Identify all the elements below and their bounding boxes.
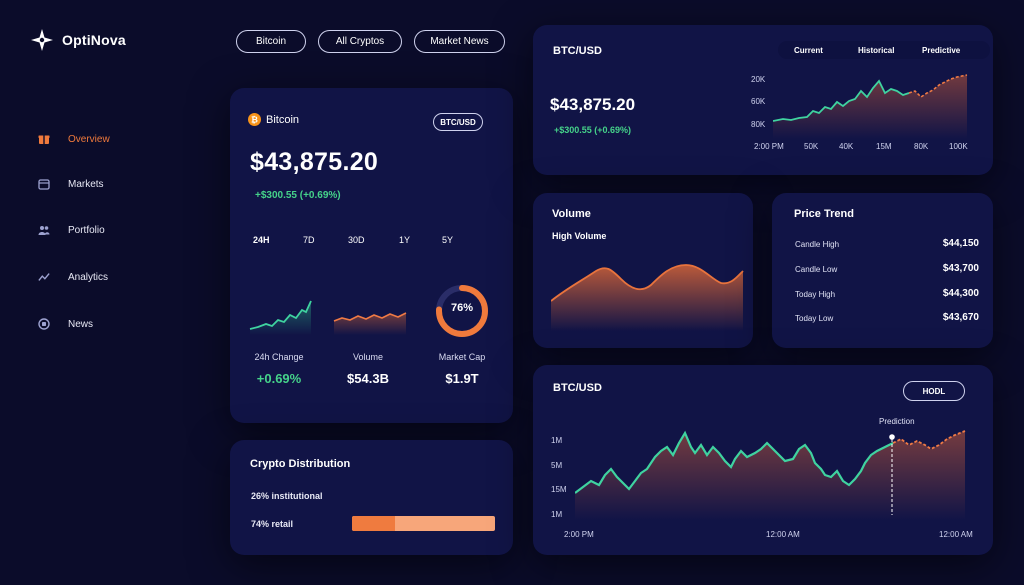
tab-bitcoin[interactable]: Bitcoin (236, 30, 306, 53)
sidebar-item-label: Overview (68, 133, 110, 145)
prediction-card: BTC/USD HODL Prediction 1M 5M 15M 1M 2:0… (533, 365, 993, 555)
btc-current-card: BTC/USD $43,875.20 +$300.55 (+0.69%) Cur… (533, 25, 993, 175)
range-tab-24h[interactable]: 24H (253, 235, 270, 245)
coin-overview-card: ₿ Bitcoin BTC/USD $43,875.20 +$300.55 (+… (230, 88, 513, 423)
btc-card-title: BTC/USD (553, 45, 602, 57)
news-icon (38, 318, 50, 330)
trend-row-value: $44,150 (942, 238, 979, 249)
prediction-title: BTC/USD (553, 382, 602, 394)
distribution-bar (352, 516, 495, 531)
y-tick: 5M (551, 461, 563, 470)
trend-icon (38, 271, 50, 283)
sidebar-item-news[interactable]: News (38, 318, 93, 330)
prediction-chart (575, 430, 966, 520)
x-tick: 2:00 PM (754, 142, 784, 151)
retail-label: 74% retail (251, 519, 294, 529)
ring-label: 76% (450, 302, 474, 314)
distribution-card: Crypto Distribution 26% institutional 74… (230, 440, 513, 555)
y-tick: 1M (551, 510, 563, 519)
users-icon (38, 224, 50, 236)
btc-card-price: $43,875.20 (550, 95, 636, 114)
trend-row-value: $43,670 (942, 312, 979, 323)
institutional-segment (352, 516, 395, 531)
btc-card-change: +$300.55 (+0.69%) (554, 125, 632, 135)
y-tick: 80K (751, 120, 766, 129)
coin-name: Bitcoin (266, 113, 300, 126)
sidebar-item-label: News (68, 318, 94, 330)
trend-row-value: $44,300 (942, 288, 979, 299)
institutional-label: 26% institutional (251, 491, 323, 501)
tab-historical[interactable]: Historical (858, 46, 894, 55)
star-logo-icon (31, 29, 53, 51)
x-tick: 2:00 PM (564, 530, 594, 539)
sidebar-item-markets[interactable]: Markets (38, 178, 104, 190)
stat-label: Volume (352, 352, 384, 362)
coin-change: +$300.55 (+0.69%) (255, 190, 341, 201)
brand-logo[interactable]: OptiNova (30, 28, 126, 52)
trend-row-label: Candle High (795, 240, 840, 249)
hodl-button[interactable]: HODL (903, 381, 965, 401)
y-tick: 20K (751, 75, 766, 84)
sidebar-item-portfolio[interactable]: Portfolio (38, 224, 105, 236)
y-tick: 1M (551, 436, 563, 445)
price-trend-card: Price Trend Candle High $44,150 Candle L… (772, 193, 993, 348)
stat-value: $54.3B (347, 371, 389, 386)
coin-header: ₿ Bitcoin (248, 113, 299, 126)
sidebar-item-label: Markets (68, 178, 104, 190)
btc-current-chart (773, 74, 968, 139)
trend-row-value: $43,700 (942, 263, 979, 274)
calendar-icon (38, 178, 50, 190)
trend-row-label: Candle Low (795, 265, 838, 274)
pair-badge[interactable]: BTC/USD (433, 113, 483, 131)
gift-icon (38, 133, 50, 145)
sidebar-item-label: Portfolio (68, 224, 105, 236)
sidebar-item-overview[interactable]: Overview (38, 133, 110, 145)
x-tick: 80K (914, 142, 929, 151)
tab-current[interactable]: Current (794, 46, 823, 55)
range-tab-7d[interactable]: 7D (303, 235, 315, 245)
coin-price: $43,875.20 (250, 148, 379, 176)
volume-title: Volume (552, 208, 591, 220)
tab-market-news[interactable]: Market News (414, 30, 505, 53)
distribution-title: Crypto Distribution (250, 458, 351, 470)
x-tick: 15M (876, 142, 892, 151)
trend-row-label: Today High (795, 290, 836, 299)
range-tab-5y[interactable]: 5Y (442, 235, 453, 245)
stat-value: +0.69% (256, 371, 302, 386)
y-tick: 60K (751, 97, 766, 106)
x-tick: 12:00 AM (939, 530, 973, 539)
stat-value: $1.9T (445, 371, 479, 386)
stat-label: 24h Change (254, 352, 304, 362)
volume-card: Volume High Volume (533, 193, 753, 348)
x-tick: 40K (839, 142, 854, 151)
bitcoin-icon: ₿ (248, 113, 261, 126)
x-tick: 50K (804, 142, 819, 151)
svg-text:₿: ₿ (251, 115, 258, 125)
brand-name: OptiNova (62, 32, 126, 48)
change-sparkline (249, 300, 312, 335)
volume-sparkline (333, 312, 407, 335)
trend-title: Price Trend (794, 208, 854, 220)
tab-predictive[interactable]: Predictive (922, 46, 960, 55)
sidebar-item-label: Analytics (68, 271, 109, 283)
y-tick: 15M (551, 485, 567, 494)
stat-label: Market Cap (438, 352, 486, 362)
trend-row-label: Today Low (795, 314, 834, 323)
range-tab-1y[interactable]: 1Y (399, 235, 410, 245)
tab-all-cryptos[interactable]: All Cryptos (318, 30, 402, 53)
x-tick: 12:00 AM (766, 530, 800, 539)
volume-chart (551, 264, 744, 331)
sidebar-item-analytics[interactable]: Analytics (38, 271, 108, 283)
volume-subtitle: High Volume (552, 231, 607, 241)
range-tab-30d[interactable]: 30D (348, 235, 365, 245)
prediction-marker-dot (889, 434, 895, 440)
x-tick: 100K (949, 142, 968, 151)
